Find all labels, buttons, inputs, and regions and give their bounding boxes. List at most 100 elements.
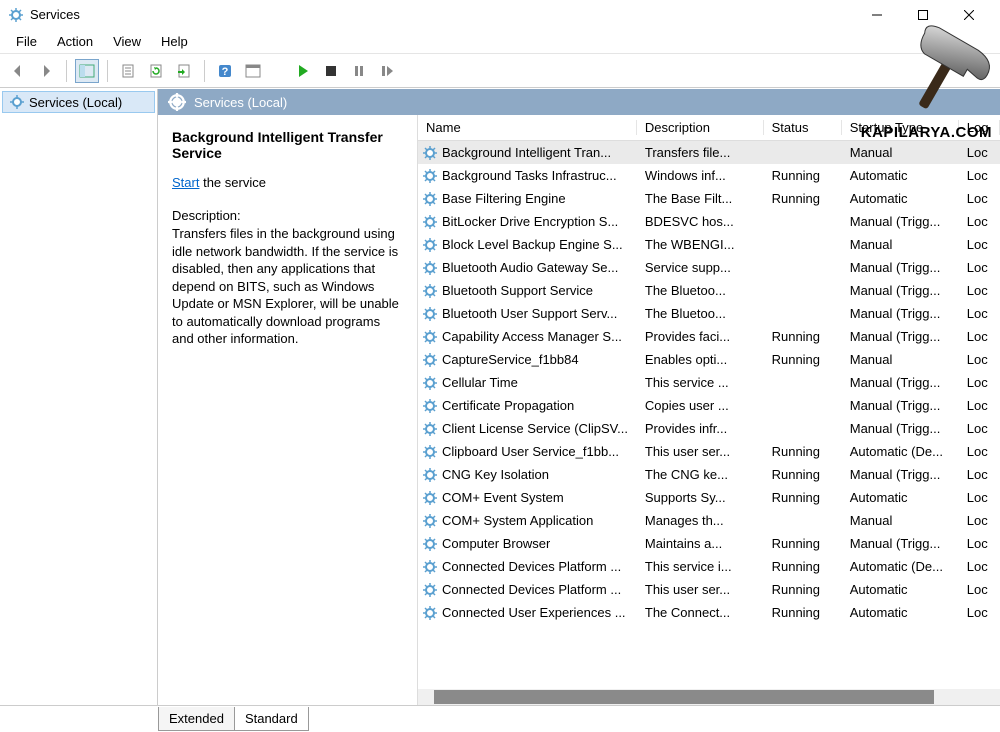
start-service-button[interactable] xyxy=(291,59,315,83)
forward-button[interactable] xyxy=(34,59,58,83)
services-app-icon xyxy=(8,7,24,23)
gear-icon xyxy=(422,444,438,460)
service-row[interactable]: Base Filtering EngineThe Base Filt...Run… xyxy=(418,187,1000,210)
help-button[interactable]: ? xyxy=(213,59,237,83)
service-log-on-as: Loc xyxy=(959,283,1000,298)
service-row[interactable]: COM+ Event SystemSupports Sy...RunningAu… xyxy=(418,486,1000,509)
menubar: File Action View Help xyxy=(0,30,1000,54)
menu-help[interactable]: Help xyxy=(151,32,198,51)
service-row[interactable]: Client License Service (ClipSV...Provide… xyxy=(418,417,1000,440)
service-description: Manages th... xyxy=(637,513,764,528)
horizontal-scrollbar[interactable] xyxy=(418,689,1000,705)
service-status: Running xyxy=(764,168,842,183)
service-description: The Bluetoo... xyxy=(637,283,764,298)
service-row[interactable]: CaptureService_f1bb84Enables opti...Runn… xyxy=(418,348,1000,371)
service-row[interactable]: Capability Access Manager S...Provides f… xyxy=(418,325,1000,348)
service-status: Running xyxy=(764,605,842,620)
hammer-icon xyxy=(890,18,1000,118)
tab-standard[interactable]: Standard xyxy=(234,707,309,731)
menu-view[interactable]: View xyxy=(103,32,151,51)
service-status: Running xyxy=(764,490,842,505)
service-description: Provides infr... xyxy=(637,421,764,436)
service-status: Running xyxy=(764,536,842,551)
export-list-button[interactable] xyxy=(172,59,196,83)
console-tree[interactable]: Services (Local) xyxy=(0,89,158,705)
titlebar: Services xyxy=(0,0,1000,30)
service-row[interactable]: Cellular TimeThis service ...Manual (Tri… xyxy=(418,371,1000,394)
services-list: Name Description Status Startup Type Log… xyxy=(418,115,1000,705)
pane-header-text: Services (Local) xyxy=(194,95,287,110)
gear-icon xyxy=(422,490,438,506)
refresh-button[interactable] xyxy=(144,59,168,83)
service-name: Block Level Backup Engine S... xyxy=(442,237,623,252)
workspace: Services (Local) Services (Local) Backgr… xyxy=(0,88,1000,705)
service-log-on-as: Loc xyxy=(959,421,1000,436)
back-button[interactable] xyxy=(6,59,30,83)
service-row[interactable]: Bluetooth User Support Serv...The Blueto… xyxy=(418,302,1000,325)
service-row[interactable]: Certificate PropagationCopies user ...Ma… xyxy=(418,394,1000,417)
service-row[interactable]: Block Level Backup Engine S...The WBENGI… xyxy=(418,233,1000,256)
gear-icon xyxy=(422,168,438,184)
service-row[interactable]: BitLocker Drive Encryption S...BDESVC ho… xyxy=(418,210,1000,233)
tree-item-label: Services (Local) xyxy=(29,95,122,110)
service-description: Service supp... xyxy=(637,260,764,275)
service-description: The Base Filt... xyxy=(637,191,764,206)
gear-icon xyxy=(422,398,438,414)
tree-item-services-local[interactable]: Services (Local) xyxy=(2,91,155,113)
service-log-on-as: Loc xyxy=(959,559,1000,574)
service-row[interactable]: Connected Devices Platform ...This servi… xyxy=(418,555,1000,578)
service-description: The CNG ke... xyxy=(637,467,764,482)
service-description: Copies user ... xyxy=(637,398,764,413)
service-status: Running xyxy=(764,444,842,459)
service-row[interactable]: Connected Devices Platform ...This user … xyxy=(418,578,1000,601)
tab-extended[interactable]: Extended xyxy=(158,707,235,731)
restart-service-button[interactable] xyxy=(375,59,399,83)
gear-icon xyxy=(422,375,438,391)
gear-icon xyxy=(422,352,438,368)
show-hide-detail-button[interactable] xyxy=(241,59,265,83)
service-startup-type: Automatic (De... xyxy=(842,559,959,574)
service-row[interactable]: Background Intelligent Tran...Transfers … xyxy=(418,141,1000,164)
pause-service-button[interactable] xyxy=(347,59,371,83)
gear-icon xyxy=(422,283,438,299)
gear-icon xyxy=(422,582,438,598)
gear-icon xyxy=(422,145,438,161)
service-name: Bluetooth Support Service xyxy=(442,283,593,298)
menu-file[interactable]: File xyxy=(6,32,47,51)
service-log-on-as: Loc xyxy=(959,145,1000,160)
service-name: Bluetooth User Support Serv... xyxy=(442,306,617,321)
column-header-status[interactable]: Status xyxy=(764,120,842,135)
service-name: COM+ Event System xyxy=(442,490,564,505)
column-header-name[interactable]: Name xyxy=(418,120,637,135)
service-name: CaptureService_f1bb84 xyxy=(442,352,579,367)
service-log-on-as: Loc xyxy=(959,444,1000,459)
service-row[interactable]: Bluetooth Audio Gateway Se...Service sup… xyxy=(418,256,1000,279)
watermark-text: KAPILARYA.COM xyxy=(861,124,992,141)
gear-icon xyxy=(422,306,438,322)
column-header-description[interactable]: Description xyxy=(637,120,764,135)
gear-icon xyxy=(168,93,186,111)
service-log-on-as: Loc xyxy=(959,490,1000,505)
service-row[interactable]: Computer BrowserMaintains a...RunningMan… xyxy=(418,532,1000,555)
service-startup-type: Automatic xyxy=(842,191,959,206)
gear-icon xyxy=(422,536,438,552)
list-rows[interactable]: Background Intelligent Tran...Transfers … xyxy=(418,141,1000,689)
gear-icon xyxy=(422,329,438,345)
service-row[interactable]: Background Tasks Infrastruc...Windows in… xyxy=(418,164,1000,187)
menu-action[interactable]: Action xyxy=(47,32,103,51)
start-service-link[interactable]: Start xyxy=(172,175,199,190)
service-row[interactable]: Connected User Experiences ...The Connec… xyxy=(418,601,1000,624)
service-log-on-as: Loc xyxy=(959,306,1000,321)
service-startup-type: Automatic xyxy=(842,582,959,597)
service-log-on-as: Loc xyxy=(959,168,1000,183)
service-name: CNG Key Isolation xyxy=(442,467,549,482)
service-row[interactable]: Clipboard User Service_f1bb...This user … xyxy=(418,440,1000,463)
service-row[interactable]: Bluetooth Support ServiceThe Bluetoo...M… xyxy=(418,279,1000,302)
stop-service-button[interactable] xyxy=(319,59,343,83)
service-startup-type: Manual xyxy=(842,237,959,252)
service-row[interactable]: COM+ System ApplicationManages th...Manu… xyxy=(418,509,1000,532)
service-startup-type: Manual (Trigg... xyxy=(842,260,959,275)
show-hide-tree-button[interactable] xyxy=(75,59,99,83)
service-row[interactable]: CNG Key IsolationThe CNG ke...RunningMan… xyxy=(418,463,1000,486)
properties-button[interactable] xyxy=(116,59,140,83)
